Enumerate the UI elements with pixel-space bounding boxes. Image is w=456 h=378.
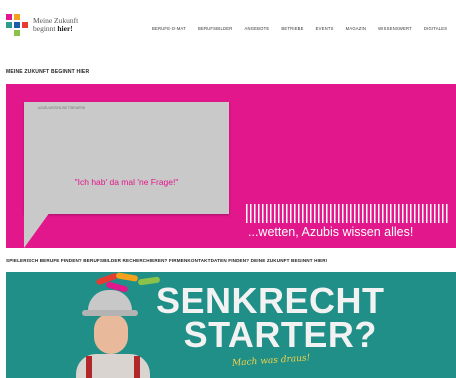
nav-item-digitales[interactable]: Digitales — [424, 26, 447, 31]
speech-bubble-tail — [24, 212, 50, 248]
site-header: Meine Zukunft beginnt hier! Berufe-o-mat… — [0, 0, 456, 62]
nav-item-betriebe[interactable]: Betriebe — [281, 26, 303, 31]
headline-line-1: SENKRECHT — [156, 280, 385, 321]
hero-banner-senkrechtstarter[interactable]: SENKRECHT STARTER? Mach was draus! — [6, 272, 456, 378]
site-logo[interactable]: Meine Zukunft beginnt hier! — [6, 14, 78, 36]
nav-item-berufe-o-mat[interactable]: Berufe-o-mat — [152, 26, 186, 31]
hero-banner-quiz[interactable]: Azubi-Wissen-Wettbewerb "Ich hab' da mal… — [6, 84, 456, 248]
logo-text: Meine Zukunft beginnt hier! — [33, 16, 78, 34]
nav-item-berufsbilder[interactable]: Berufsbilder — [198, 26, 233, 31]
nav-item-angebote[interactable]: Angebote — [244, 26, 269, 31]
section-title: MEINE ZUKUNFT BEGINNT HIER — [6, 69, 90, 75]
trainee-photo — [76, 284, 156, 378]
intro-subline: SPIELERISCH BERUFE FINDEN? BERUFSBILDER … — [6, 258, 328, 263]
speech-bubble: Azubi-Wissen-Wettbewerb "Ich hab' da mal… — [24, 102, 229, 214]
campaign-headline: SENKRECHT STARTER? — [156, 280, 385, 355]
headline-line-2: STARTER? — [183, 314, 377, 355]
bubble-label: Azubi-Wissen-Wettbewerb — [38, 106, 85, 110]
nav-item-magazin[interactable]: Magazin — [346, 26, 366, 31]
nav-item-events[interactable]: Events — [316, 26, 334, 31]
bubble-quote: "Ich hab' da mal 'ne Frage!" — [74, 177, 179, 187]
logo-icon — [6, 14, 28, 36]
main-nav: Berufe-o-mat Berufsbilder Angebote Betri… — [152, 26, 456, 31]
logo-line-2: beginnt hier! — [33, 24, 73, 33]
nav-item-wissenswert[interactable]: Wissenswert — [378, 26, 412, 31]
quiz-slogan: ...wetten, Azubis wissen alles! — [246, 223, 452, 242]
campaign-tagline: Mach was draus! — [231, 353, 311, 369]
